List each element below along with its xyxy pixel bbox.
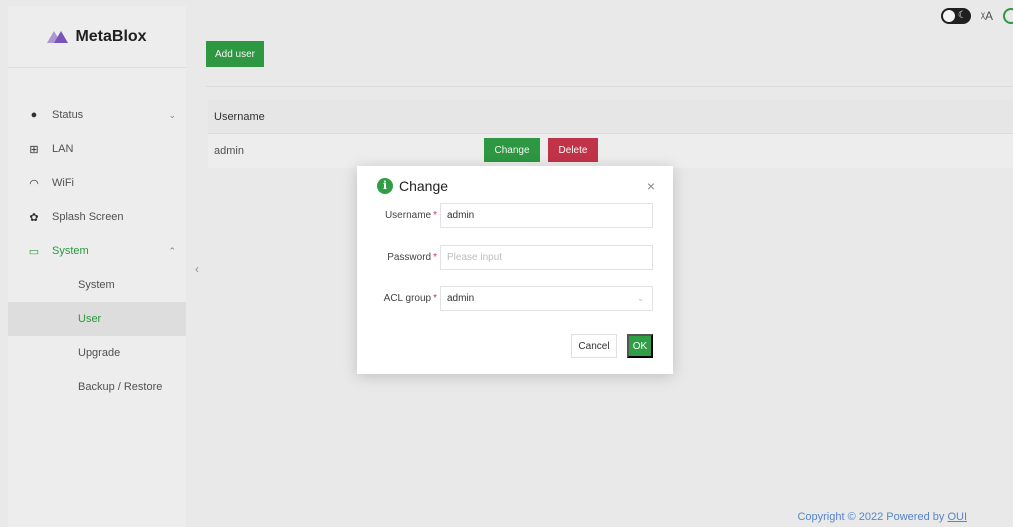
acl-group-value: admin [447,293,475,304]
acl-group-select[interactable]: admin ⌄ [440,286,653,311]
chevron-down-icon: ⌄ [637,294,644,303]
password-label: Password * [387,252,437,263]
acl-group-label: ACL group * [383,293,437,304]
dialog-header: i Change [377,178,448,194]
dialog-title: Change [399,178,449,194]
app-root: MetaBlox ● Status ⌄ ⊞ LAN ◠ WiFi ✿ Splas… [0,0,1013,527]
cancel-button[interactable]: Cancel [571,334,617,358]
password-field[interactable]: Please input [440,245,653,270]
info-icon: i [377,178,393,194]
ok-button[interactable]: OK [627,334,653,358]
username-field[interactable]: admin [440,203,653,228]
username-label: Username * [384,210,437,221]
change-user-dialog: i Change × Username * admin Password * Ple… [357,166,673,374]
close-icon[interactable]: × [647,178,655,194]
